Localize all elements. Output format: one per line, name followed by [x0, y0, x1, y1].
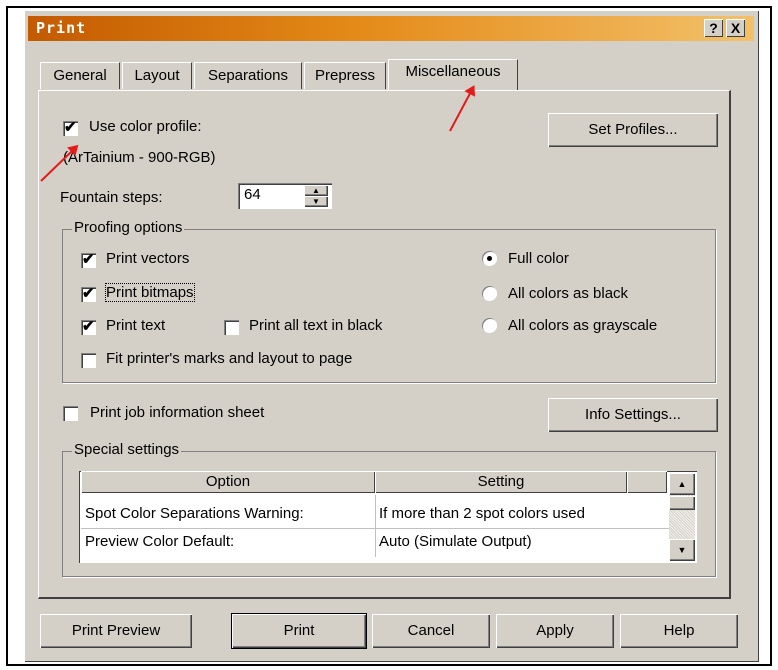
fountain-steps-field[interactable]: 64 ▲ ▼ — [238, 183, 332, 209]
use-color-profile-label: Use color profile: — [89, 118, 202, 135]
print-text-label: Print text — [106, 317, 166, 334]
print-vectors-label: Print vectors — [106, 250, 190, 267]
vertical-scrollbar[interactable]: ▲ ▼ — [669, 473, 695, 561]
cancel-button[interactable]: Cancel — [372, 614, 490, 648]
table-row-setting[interactable]: Auto (Simulate Output) — [379, 530, 532, 554]
full-color-radio[interactable] — [482, 251, 497, 266]
fountain-steps-value: 64 — [244, 186, 261, 203]
fit-marks-label: Fit printer's marks and layout to page — [106, 350, 353, 367]
column-header-option[interactable]: Option — [81, 471, 375, 493]
print-vectors-checkbox[interactable]: ✔ — [81, 251, 96, 268]
print-all-text-black-checkbox[interactable] — [224, 320, 239, 335]
print-button[interactable]: Print — [231, 613, 367, 649]
window-title: Print — [36, 19, 87, 37]
colors-as-black-radio[interactable] — [482, 286, 497, 301]
tab-separations[interactable]: Separations — [194, 62, 302, 89]
full-color-label: Full color — [508, 250, 569, 267]
spin-down-icon[interactable]: ▼ — [304, 196, 328, 207]
tab-general[interactable]: General — [40, 62, 120, 89]
tab-miscellaneous[interactable]: Miscellaneous — [388, 59, 518, 90]
print-preview-button[interactable]: Print Preview — [40, 614, 192, 648]
fit-marks-checkbox[interactable] — [81, 353, 96, 368]
print-bitmaps-label: Print bitmaps — [105, 283, 195, 302]
tab-prepress[interactable]: Prepress — [304, 62, 386, 89]
checkmark-icon: ✔ — [64, 119, 77, 136]
spin-up-icon[interactable]: ▲ — [304, 185, 328, 196]
scroll-down-icon[interactable]: ▼ — [669, 539, 695, 561]
checkmark-icon: ✔ — [82, 318, 95, 335]
print-job-info-label: Print job information sheet — [90, 404, 265, 421]
tab-layout[interactable]: Layout — [122, 62, 192, 89]
table-row-option[interactable]: Preview Color Default: — [85, 530, 234, 554]
checkmark-icon: ✔ — [82, 285, 95, 302]
special-settings-label: Special settings — [72, 441, 182, 458]
title-bar[interactable]: Print ? X — [28, 16, 754, 41]
print-text-checkbox[interactable]: ✔ — [81, 318, 96, 335]
apply-button[interactable]: Apply — [496, 614, 614, 648]
colors-as-grayscale-label: All colors as grayscale — [508, 317, 658, 334]
scroll-up-icon[interactable]: ▲ — [669, 473, 695, 495]
print-job-info-checkbox[interactable] — [63, 406, 78, 421]
table-row-option[interactable]: Spot Color Separations Warning: — [85, 502, 304, 526]
proofing-options-label: Proofing options — [72, 219, 185, 236]
colors-as-black-label: All colors as black — [508, 285, 629, 302]
scroll-thumb[interactable] — [669, 496, 695, 510]
settings-table[interactable]: Option Setting Spot Color Separations Wa… — [79, 471, 697, 563]
close-title-button[interactable]: X — [726, 19, 745, 37]
color-profile-name: (ArTainium - 900-RGB) — [63, 149, 216, 166]
use-color-profile-checkbox[interactable]: ✔ — [63, 119, 78, 136]
help-button[interactable]: Help — [620, 614, 738, 648]
print-bitmaps-checkbox[interactable]: ✔ — [81, 285, 96, 302]
info-settings-button[interactable]: Info Settings... — [548, 398, 718, 432]
colors-as-grayscale-radio[interactable] — [482, 318, 497, 333]
fountain-steps-label: Fountain steps: — [60, 189, 163, 206]
table-row-setting[interactable]: If more than 2 spot colors used — [379, 502, 585, 526]
column-header-blank — [627, 471, 667, 493]
print-all-text-black-label: Print all text in black — [249, 317, 383, 334]
checkmark-icon: ✔ — [82, 251, 95, 268]
help-title-button[interactable]: ? — [704, 19, 723, 37]
set-profiles-button[interactable]: Set Profiles... — [548, 113, 718, 147]
column-header-setting[interactable]: Setting — [375, 471, 627, 493]
